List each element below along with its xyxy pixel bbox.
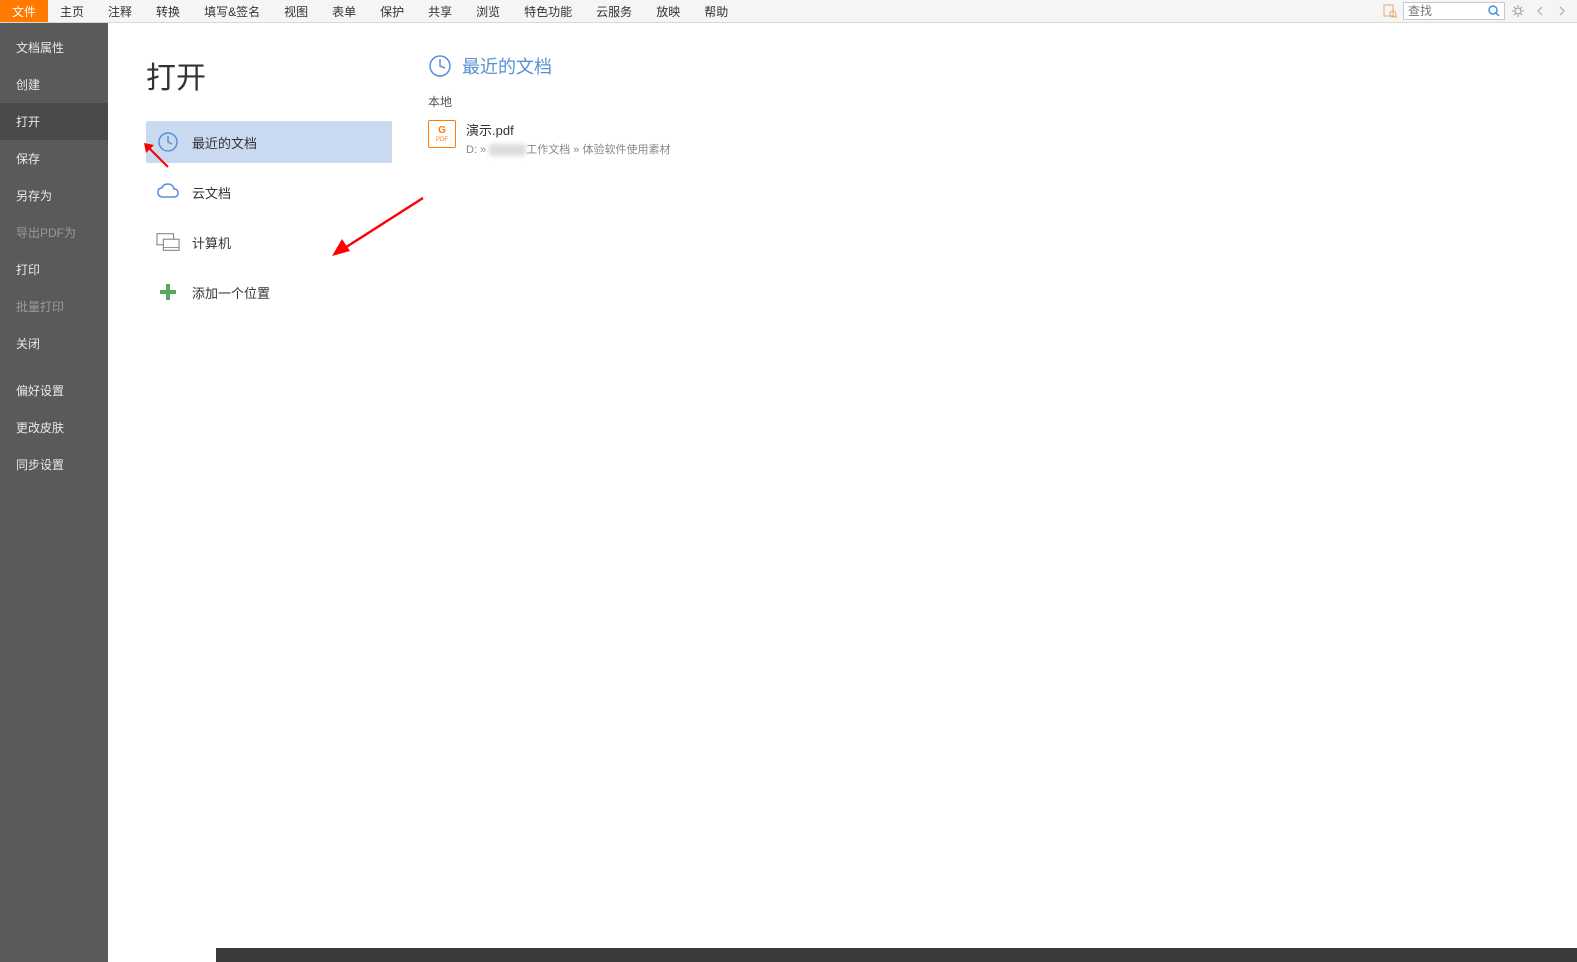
menu-tab-help[interactable]: 帮助 [692, 0, 740, 22]
menubar: 文件 主页 注释 转换 填写&签名 视图 表单 保护 共享 浏览 特色功能 云服… [0, 0, 1577, 23]
search-icon[interactable] [1484, 2, 1504, 20]
content-area: 打开 最近的文档 云文档 计算机 [108, 23, 1577, 962]
sidebar-item-close[interactable]: 关闭 [0, 325, 108, 362]
file-sidebar: 文档属性 创建 打开 保存 另存为 导出PDF为 打印 批量打印 关闭 偏好设置… [0, 23, 108, 962]
nav-back-icon[interactable] [1531, 2, 1549, 20]
cloud-icon [156, 180, 180, 204]
page-title: 打开 [146, 53, 398, 97]
file-name: 演示.pdf [466, 120, 670, 139]
sidebar-item-skin[interactable]: 更改皮肤 [0, 409, 108, 446]
menu-tab-browse[interactable]: 浏览 [464, 0, 512, 22]
plus-icon [156, 280, 180, 304]
source-add-location[interactable]: 添加一个位置 [146, 271, 392, 313]
source-computer[interactable]: 计算机 [146, 221, 392, 263]
menu-tab-form[interactable]: 表单 [320, 0, 368, 22]
menu-tab-fillsign[interactable]: 填写&签名 [192, 0, 272, 22]
recent-docs-pane: 最近的文档 本地 GPDF 演示.pdf D: » 工作文档 » 体验软件使用素… [398, 23, 1577, 962]
status-bar [216, 948, 1577, 962]
menu-tab-home[interactable]: 主页 [48, 0, 96, 22]
sidebar-item-sync[interactable]: 同步设置 [0, 446, 108, 483]
menu-tab-convert[interactable]: 转换 [144, 0, 192, 22]
find-doc-icon[interactable] [1381, 2, 1399, 20]
menu-tab-protect[interactable]: 保护 [368, 0, 416, 22]
search-box[interactable] [1403, 2, 1505, 20]
menu-tab-view[interactable]: 视图 [272, 0, 320, 22]
source-label: 计算机 [192, 233, 231, 252]
computer-icon [156, 230, 180, 254]
menu-tab-share[interactable]: 共享 [416, 0, 464, 22]
clock-icon [428, 54, 452, 78]
menu-tab-cloud[interactable]: 云服务 [584, 0, 644, 22]
sidebar-item-create[interactable]: 创建 [0, 66, 108, 103]
section-header: 最近的文档 [428, 53, 1577, 79]
menu-tab-annotate[interactable]: 注释 [96, 0, 144, 22]
section-title: 最近的文档 [462, 53, 552, 79]
search-input[interactable] [1404, 4, 1484, 18]
sidebar-item-saveas[interactable]: 另存为 [0, 177, 108, 214]
nav-forward-icon[interactable] [1553, 2, 1571, 20]
sidebar-item-open[interactable]: 打开 [0, 103, 108, 140]
sidebar-item-properties[interactable]: 文档属性 [0, 29, 108, 66]
source-label: 云文档 [192, 183, 231, 202]
sidebar-item-batchprint: 批量打印 [0, 288, 108, 325]
file-path: D: » 工作文档 » 体验软件使用素材 [466, 141, 670, 157]
sidebar-item-preferences[interactable]: 偏好设置 [0, 372, 108, 409]
gear-icon[interactable] [1509, 2, 1527, 20]
source-label: 最近的文档 [192, 133, 257, 152]
source-label: 添加一个位置 [192, 283, 270, 302]
source-recent[interactable]: 最近的文档 [146, 121, 392, 163]
sidebar-item-exportpdf: 导出PDF为 [0, 214, 108, 251]
menu-tab-file[interactable]: 文件 [0, 0, 48, 22]
file-meta: 演示.pdf D: » 工作文档 » 体验软件使用素材 [466, 120, 670, 157]
menu-tab-feature[interactable]: 特色功能 [512, 0, 584, 22]
menu-tab-slideshow[interactable]: 放映 [644, 0, 692, 22]
sidebar-item-save[interactable]: 保存 [0, 140, 108, 177]
sidebar-item-print[interactable]: 打印 [0, 251, 108, 288]
source-cloud[interactable]: 云文档 [146, 171, 392, 213]
pdf-file-icon: GPDF [428, 120, 456, 148]
clock-icon [156, 130, 180, 154]
main-area: 文档属性 创建 打开 保存 另存为 导出PDF为 打印 批量打印 关闭 偏好设置… [0, 23, 1577, 962]
open-sources: 打开 最近的文档 云文档 计算机 [108, 23, 398, 962]
local-label: 本地 [428, 93, 1577, 110]
recent-file-item[interactable]: GPDF 演示.pdf D: » 工作文档 » 体验软件使用素材 [428, 116, 1577, 161]
